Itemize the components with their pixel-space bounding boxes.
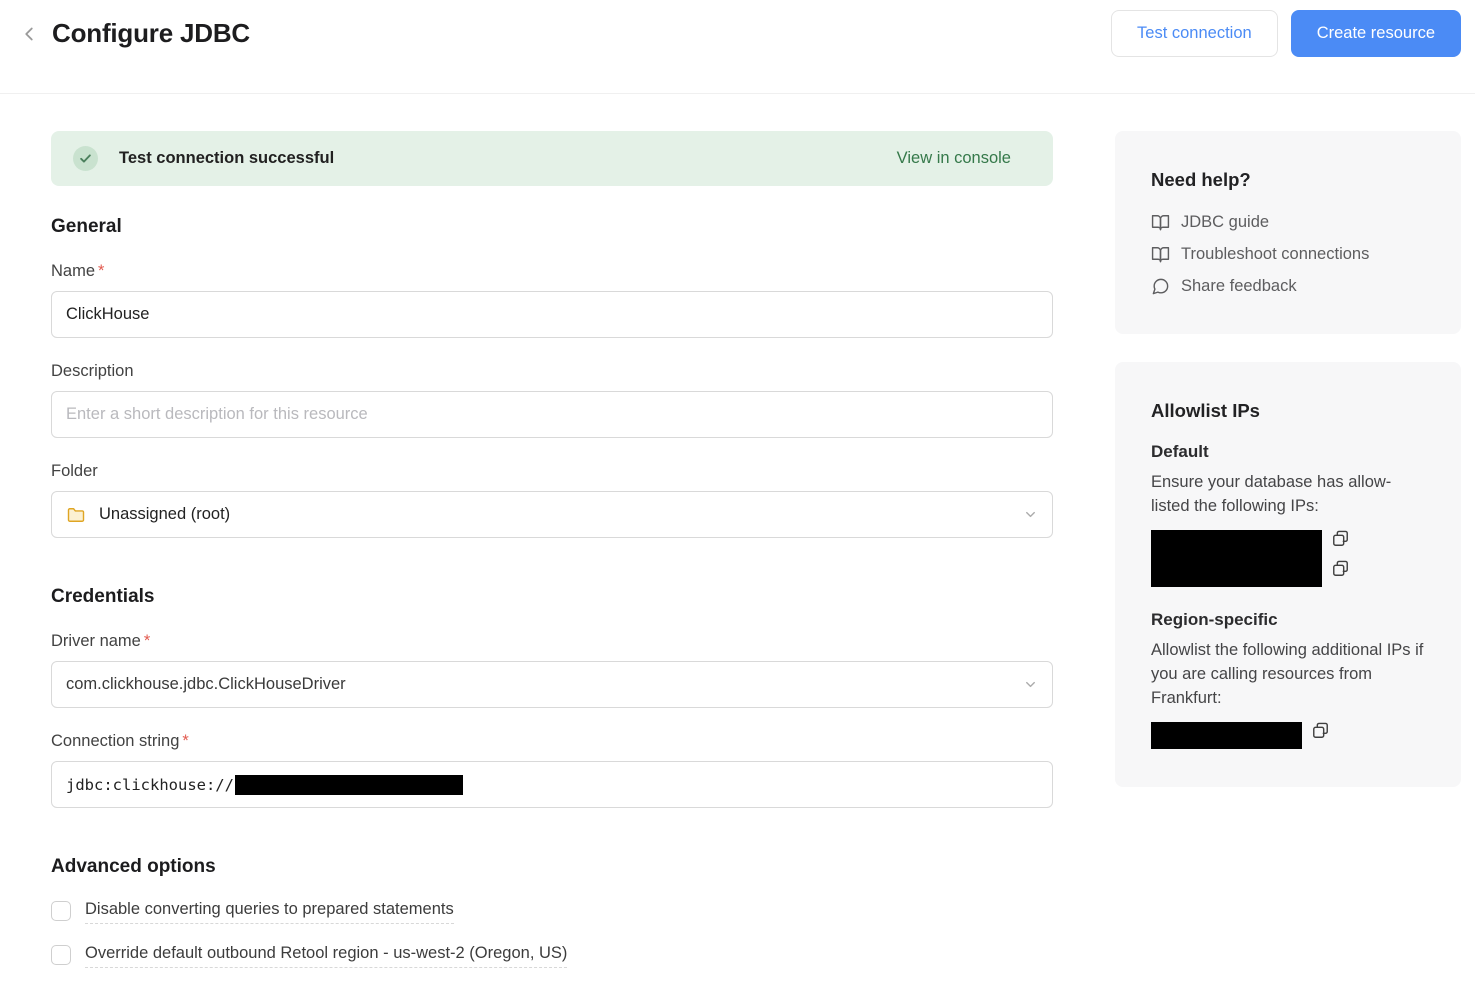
- driver-select-value: com.clickhouse.jdbc.ClickHouseDriver: [66, 675, 346, 694]
- default-ip-block: [1151, 530, 1425, 587]
- chat-bubble-icon: [1151, 277, 1170, 296]
- checkbox-label: Override default outbound Retool region …: [85, 944, 567, 968]
- test-connection-button[interactable]: Test connection: [1111, 10, 1278, 57]
- name-label: Name*: [51, 262, 1053, 281]
- copy-icon: [1312, 722, 1329, 739]
- folder-icon: [66, 505, 86, 525]
- region-ip-block: [1151, 722, 1425, 749]
- help-link-label: Share feedback: [1181, 277, 1297, 296]
- folder-select-value: Unassigned (root): [99, 505, 230, 524]
- default-subheading: Default: [1151, 442, 1425, 462]
- chevron-left-icon: [18, 23, 40, 45]
- connection-string-input[interactable]: jdbc:clickhouse://: [51, 761, 1053, 808]
- view-in-console-link[interactable]: View in console: [897, 149, 1011, 168]
- checkbox-label: Disable converting queries to prepared s…: [85, 900, 454, 924]
- folder-select[interactable]: Unassigned (root): [51, 491, 1053, 538]
- check-circle-icon: [73, 146, 98, 171]
- driver-name-select[interactable]: com.clickhouse.jdbc.ClickHouseDriver: [51, 661, 1053, 708]
- share-feedback-link[interactable]: Share feedback: [1151, 277, 1425, 296]
- folder-label: Folder: [51, 462, 1053, 481]
- driver-name-label: Driver name*: [51, 632, 1053, 651]
- jdbc-guide-link[interactable]: JDBC guide: [1151, 213, 1425, 232]
- allowlist-ips-heading: Allowlist IPs: [1151, 400, 1425, 422]
- sidebar: Need help? JDBC guide Troubleshoot conne…: [1115, 131, 1461, 968]
- help-link-label: JDBC guide: [1181, 213, 1269, 232]
- copy-ip-button[interactable]: [1332, 560, 1349, 577]
- troubleshoot-connections-link[interactable]: Troubleshoot connections: [1151, 245, 1425, 264]
- chevron-down-icon: [1023, 677, 1038, 692]
- advanced-option-row: Override default outbound Retool region …: [51, 944, 1053, 968]
- credentials-heading: Credentials: [51, 586, 1053, 608]
- copy-ip-button[interactable]: [1332, 530, 1349, 547]
- general-heading: General: [51, 216, 1053, 238]
- chevron-down-icon: [1023, 507, 1038, 522]
- copy-ip-button[interactable]: [1312, 722, 1329, 739]
- page-header: Configure JDBC Test connection Create re…: [0, 0, 1475, 94]
- advanced-option-row: Disable converting queries to prepared s…: [51, 900, 1053, 924]
- required-asterisk: *: [144, 632, 150, 650]
- redacted-ip: [1151, 722, 1302, 749]
- advanced-options-heading: Advanced options: [51, 856, 1053, 878]
- help-link-label: Troubleshoot connections: [1181, 245, 1369, 264]
- page-title: Configure JDBC: [52, 18, 250, 49]
- need-help-card: Need help? JDBC guide Troubleshoot conne…: [1115, 131, 1461, 334]
- region-description: Allowlist the following additional IPs i…: [1151, 639, 1425, 711]
- required-asterisk: *: [98, 262, 104, 280]
- disable-prepared-statements-checkbox[interactable]: [51, 901, 71, 921]
- book-open-icon: [1151, 245, 1170, 264]
- resource-form: Test connection successful View in conso…: [51, 131, 1053, 968]
- connection-string-label: Connection string*: [51, 732, 1053, 751]
- copy-icon: [1332, 530, 1349, 547]
- region-specific-subheading: Region-specific: [1151, 610, 1425, 630]
- banner-message: Test connection successful: [119, 149, 334, 168]
- redacted-ip-list: [1151, 530, 1322, 587]
- connection-string-visible-value: jdbc:clickhouse://: [66, 776, 234, 794]
- redacted-connection-host: [235, 775, 463, 795]
- allowlist-ips-card: Allowlist IPs Default Ensure your databa…: [1115, 362, 1461, 787]
- required-asterisk: *: [182, 732, 188, 750]
- success-banner: Test connection successful View in conso…: [51, 131, 1053, 186]
- need-help-heading: Need help?: [1151, 169, 1425, 191]
- description-label: Description: [51, 362, 1053, 381]
- description-input[interactable]: [51, 391, 1053, 438]
- name-input[interactable]: [51, 291, 1053, 338]
- override-outbound-region-checkbox[interactable]: [51, 945, 71, 965]
- copy-icon: [1332, 560, 1349, 577]
- back-button[interactable]: [16, 21, 42, 47]
- create-resource-button[interactable]: Create resource: [1291, 10, 1461, 57]
- default-description: Ensure your database has allow-listed th…: [1151, 471, 1425, 519]
- book-open-icon: [1151, 213, 1170, 232]
